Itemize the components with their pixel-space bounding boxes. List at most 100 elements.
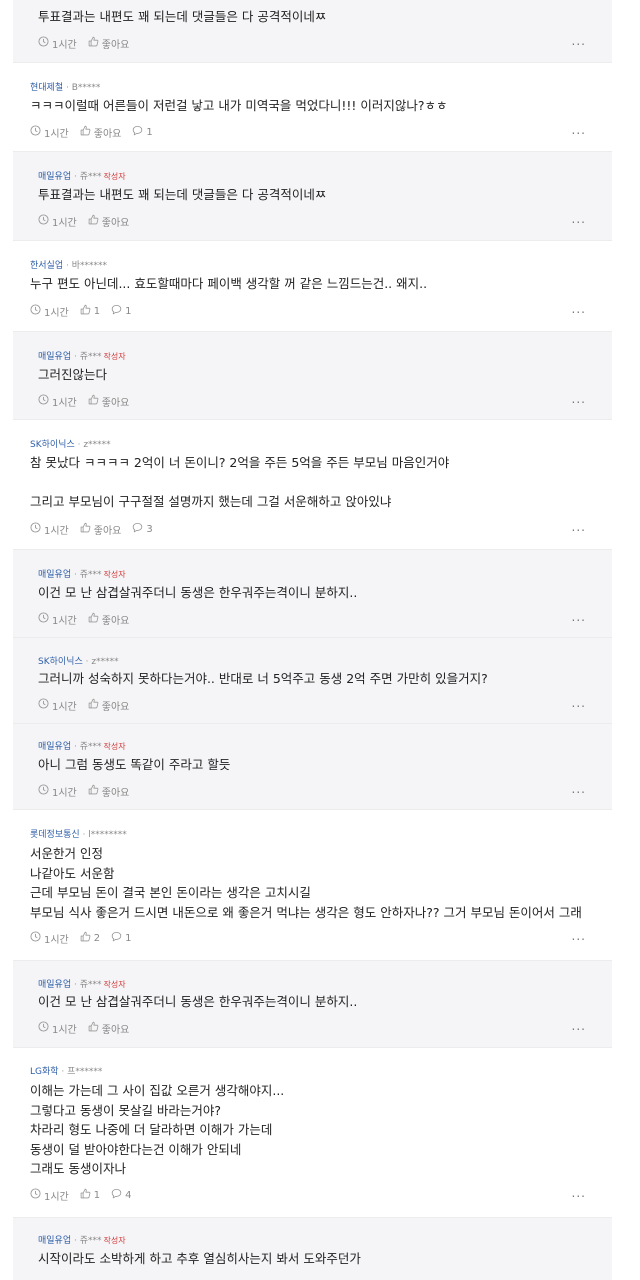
more-options-button[interactable]: ...: [572, 392, 586, 406]
comment-author: 매일유업 · 쥬*** 작성자: [38, 1233, 126, 1246]
comment-body: 투표결과는 내편도 꽤 되는데 댓글들은 다 공격적이네ㅉ: [38, 185, 600, 205]
more-options-button[interactable]: ...: [572, 610, 586, 624]
comment-actions: 1시간 좋아요: [38, 214, 140, 229]
like-label: 좋아요: [101, 701, 130, 713]
author-badge: 작성자: [103, 742, 126, 751]
reply-button[interactable]: 4: [111, 1188, 132, 1202]
comment-body: 그러니까 성숙하지 못하다는거야.. 반대로 너 5억주고 동생 2억 주면 가…: [38, 669, 600, 689]
like-button[interactable]: 좋아요: [88, 784, 129, 799]
more-options-button[interactable]: ...: [572, 1186, 586, 1200]
like-button[interactable]: 좋아요: [88, 612, 129, 627]
author-separator: ·: [79, 830, 89, 840]
comment-time: 1시간: [30, 522, 69, 537]
comment-actions: 1시간 1 1: [30, 304, 143, 319]
reply-button[interactable]: 1: [111, 931, 132, 945]
comment-author: SK하이닉스 · z*****: [38, 654, 119, 667]
comment-body: 서운한거 인정 나같아도 서운함 근데 부모님 돈이 결국 본인 돈이라는 생각은 …: [30, 844, 600, 922]
clock-icon: [30, 931, 44, 945]
reply-button[interactable]: 1: [132, 125, 153, 139]
clock-icon: [38, 612, 52, 626]
author-separator: ·: [58, 1067, 68, 1077]
clock-icon: [38, 214, 52, 228]
like-button[interactable]: 2: [80, 931, 100, 945]
comment-bubble-icon: [132, 522, 146, 536]
comment-body: 아니 그럼 동생도 똑같이 주라고 할듯: [38, 755, 600, 775]
clock-icon: [38, 1021, 52, 1035]
author-nickname: 쥬***: [79, 742, 102, 752]
more-options-button[interactable]: ...: [572, 123, 586, 137]
comment-line: ㅋㅋㅋ이럴때 어른들이 저런걸 낳고 내가 미역국을 먹었다니!!! 이러지않나…: [30, 98, 448, 113]
author-nickname: 쥬***: [79, 172, 102, 182]
comment-author: SK하이닉스 · z*****: [30, 437, 111, 450]
more-options-button[interactable]: ...: [572, 1019, 586, 1033]
like-button[interactable]: 좋아요: [88, 214, 129, 229]
comment-item: SK하이닉스 · z***** 참 못났다 ㅋㅋㅋㅋ 2억이 너 돈이니? 2억을…: [13, 420, 612, 550]
like-button[interactable]: 좋아요: [80, 522, 121, 537]
comment-actions: 1시간 좋아요: [38, 36, 140, 51]
reply-count: 3: [146, 523, 153, 535]
author-company[interactable]: SK하이닉스: [30, 440, 75, 450]
reply-button[interactable]: 3: [132, 522, 153, 536]
like-button[interactable]: 좋아요: [88, 698, 130, 713]
author-separator: ·: [71, 980, 80, 990]
author-company[interactable]: 매일유업: [38, 570, 71, 580]
time-label: 1시간: [52, 1024, 77, 1036]
comment-body: 시작이라도 소박하게 하고 추후 열심히사는지 봐서 도와주던가: [38, 1249, 600, 1269]
clock-icon: [30, 522, 44, 536]
author-company[interactable]: 매일유업: [38, 352, 71, 362]
like-button[interactable]: 1: [80, 1188, 100, 1202]
like-button[interactable]: 좋아요: [88, 36, 130, 51]
clock-icon: [38, 36, 52, 50]
author-company[interactable]: 매일유업: [38, 742, 71, 752]
like-label: 1: [93, 305, 101, 317]
comment-body: 누구 편도 아닌데... 효도할때마다 페이백 생각할 꺼 같은 느낌드는건..…: [30, 274, 600, 294]
thumbs-up-icon: [80, 1188, 94, 1202]
comment-line: 참 못났다 ㅋㅋㅋㅋ 2억이 너 돈이니? 2억을 주든 5억을 주든 부모님 …: [30, 455, 450, 470]
time-label: 1시간: [52, 787, 77, 799]
time-label: 1시간: [52, 701, 77, 713]
like-label: 1: [93, 1189, 101, 1201]
clock-icon: [38, 394, 52, 408]
more-options-button[interactable]: ...: [572, 302, 586, 316]
clock-icon: [30, 304, 44, 318]
author-company[interactable]: 한서실업: [30, 261, 63, 271]
comment-author: 롯데정보통신 · l********: [30, 827, 127, 840]
more-options-button[interactable]: ...: [572, 212, 586, 226]
thumbs-up-icon: [80, 125, 94, 139]
comment-line: 누구 편도 아닌데... 효도할때마다 페이백 생각할 꺼 같은 느낌드는건..…: [30, 276, 428, 291]
author-company[interactable]: 현대제철: [30, 83, 63, 93]
author-nickname: 쥬***: [79, 570, 102, 580]
reply-button[interactable]: 1: [111, 304, 132, 318]
time-label: 1시간: [52, 397, 77, 409]
author-separator: ·: [71, 352, 80, 362]
time-label: 1시간: [44, 307, 69, 319]
reply-comment: 매일유업 · 쥬*** 작성자 투표결과는 내편도 꽤 되는데 댓글들은 다 공격적…: [13, 152, 612, 241]
author-company[interactable]: LG화학: [30, 1067, 59, 1077]
author-company[interactable]: SK하이닉스: [38, 657, 83, 667]
author-company[interactable]: 매일유업: [38, 172, 71, 182]
like-button[interactable]: 1: [80, 304, 100, 318]
thumbs-up-icon: [88, 214, 102, 228]
author-company[interactable]: 롯데정보통신: [30, 830, 80, 840]
like-button[interactable]: 좋아요: [88, 1021, 129, 1036]
comment-line: 이건 모 난 삼겹살궈주더니 동생은 한우궈주는격이니 분하지..: [38, 994, 358, 1009]
comment-line: 그렇다고 동생이 못살길 바라는거야?: [30, 1102, 222, 1118]
comment-time: 1시간: [38, 214, 77, 229]
comment-line: 이건 모 난 삼겹살궈주더니 동생은 한우궈주는격이니 분하지..: [38, 585, 358, 600]
comment-bubble-icon: [111, 1188, 125, 1202]
more-options-button[interactable]: ...: [572, 696, 586, 710]
like-button[interactable]: 좋아요: [88, 394, 129, 409]
comment-actions: 1시간 2 1: [30, 931, 143, 946]
like-label: 좋아요: [101, 39, 130, 51]
more-options-button[interactable]: ...: [572, 782, 586, 796]
author-company[interactable]: 매일유업: [38, 1236, 71, 1246]
author-company[interactable]: 매일유업: [38, 980, 71, 990]
more-options-button[interactable]: ...: [572, 34, 586, 48]
more-options-button[interactable]: ...: [572, 520, 586, 534]
more-options-button[interactable]: ...: [572, 929, 586, 943]
author-nickname: 쥬***: [79, 980, 102, 990]
comment-author: 매일유업 · 쥬*** 작성자: [38, 977, 126, 990]
comment-line: 시작이라도 소박하게 하고 추후 열심히사는지 봐서 도와주던가: [38, 1251, 361, 1266]
like-button[interactable]: 좋아요: [80, 125, 121, 140]
comment-body: 참 못났다 ㅋㅋㅋㅋ 2억이 너 돈이니? 2억을 주든 5억을 주든 부모님 …: [30, 453, 600, 512]
